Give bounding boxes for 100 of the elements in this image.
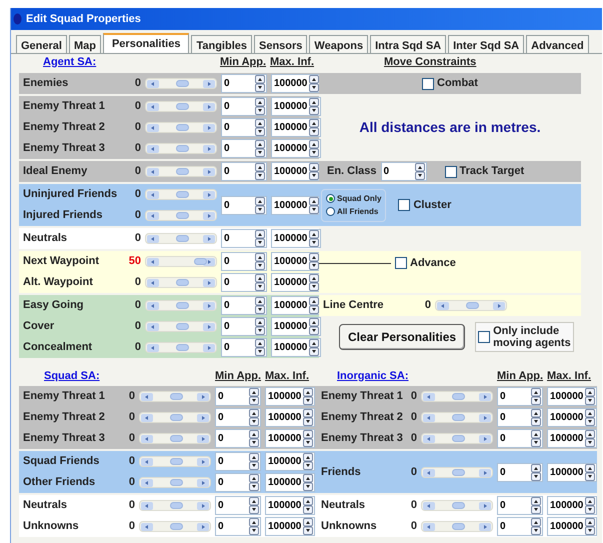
left-arrow-button[interactable] (423, 523, 435, 531)
number-field[interactable]: 0 (221, 139, 267, 158)
tab[interactable]: Personalities (102, 33, 190, 53)
tab[interactable]: Inter Sqd SA (448, 35, 524, 53)
spin-button[interactable] (585, 409, 595, 426)
left-arrow-button[interactable] (437, 302, 449, 310)
slider[interactable] (145, 210, 217, 221)
slider[interactable] (139, 521, 211, 532)
spin-button[interactable] (303, 388, 313, 405)
spin-button[interactable] (255, 119, 265, 136)
spin-button[interactable] (303, 453, 313, 470)
number-field[interactable]: 0 (221, 196, 267, 214)
number-field[interactable]: 100000 (265, 387, 315, 406)
tab[interactable]: Tangibles (191, 35, 252, 53)
slider-thumb[interactable] (176, 191, 188, 198)
spin-button[interactable] (249, 409, 259, 426)
slider[interactable] (145, 300, 217, 311)
slider-thumb[interactable] (452, 468, 464, 476)
number-field[interactable]: 0 (221, 118, 267, 137)
left-arrow-button[interactable] (147, 235, 159, 243)
number-field[interactable]: 100000 (265, 452, 315, 471)
left-arrow-button[interactable] (147, 80, 159, 88)
clear-personalities-button[interactable]: Clear Personalities (339, 324, 466, 350)
right-arrow-button[interactable] (197, 393, 209, 401)
number-field[interactable]: 100000 (271, 139, 321, 158)
right-arrow-button[interactable] (203, 103, 215, 111)
slider[interactable] (421, 412, 493, 423)
right-arrow-button[interactable] (203, 235, 215, 243)
number-field[interactable]: 0 (497, 387, 543, 406)
slider[interactable] (145, 321, 217, 332)
slider-thumb[interactable] (170, 458, 182, 465)
slider-thumb[interactable] (170, 393, 182, 400)
right-arrow-button[interactable] (479, 502, 491, 510)
slider-thumb[interactable] (176, 344, 188, 351)
number-field[interactable]: 100000 (271, 118, 321, 137)
number-field[interactable]: 0 (221, 162, 267, 181)
slider-thumb[interactable] (170, 435, 182, 442)
slider[interactable] (139, 456, 211, 467)
number-field[interactable]: 0 (221, 273, 267, 292)
number-field[interactable]: 0 (221, 229, 267, 248)
right-arrow-button[interactable] (203, 191, 215, 199)
spin-button[interactable] (249, 518, 259, 535)
number-field[interactable]: 0 (221, 252, 267, 271)
spin-button[interactable] (309, 297, 319, 314)
slider[interactable] (145, 233, 217, 244)
number-field[interactable]: 0 (215, 429, 261, 448)
slider[interactable] (139, 412, 211, 423)
right-arrow-button[interactable] (203, 344, 215, 352)
left-arrow-button[interactable] (147, 168, 159, 176)
number-field[interactable]: 100000 (271, 252, 321, 271)
checkbox[interactable] (398, 199, 410, 211)
left-arrow-button[interactable] (141, 479, 153, 487)
slider-thumb[interactable] (452, 435, 464, 442)
spin-button[interactable] (585, 518, 595, 535)
slider-thumb[interactable] (452, 502, 464, 509)
slider-thumb[interactable] (170, 502, 182, 509)
spin-button[interactable] (531, 430, 541, 447)
number-field[interactable]: 0 (221, 74, 267, 93)
left-arrow-button[interactable] (147, 323, 159, 331)
spin-button[interactable] (585, 388, 595, 405)
spin-button[interactable] (255, 274, 265, 291)
spin-button[interactable] (531, 409, 541, 426)
spin-button[interactable] (531, 497, 541, 514)
radio-button[interactable] (326, 194, 335, 203)
spin-button[interactable] (309, 119, 319, 136)
section-link[interactable]: Squad SA: (44, 368, 215, 384)
number-field[interactable]: 100000 (271, 229, 321, 248)
spin-button[interactable] (255, 230, 265, 247)
spin-button[interactable] (249, 388, 259, 405)
spin-button[interactable] (309, 163, 319, 180)
left-arrow-button[interactable] (147, 212, 159, 220)
slider-thumb[interactable] (176, 145, 188, 152)
spin-button[interactable] (309, 230, 319, 247)
number-field[interactable]: 0 (497, 496, 543, 515)
number-field[interactable]: 0 (215, 496, 261, 515)
left-arrow-button[interactable] (147, 103, 159, 111)
number-field[interactable]: 0 (497, 429, 543, 448)
spin-button[interactable] (303, 474, 313, 491)
tab[interactable]: Intra Sqd SA (370, 35, 446, 53)
left-arrow-button[interactable] (147, 302, 159, 310)
slider-thumb[interactable] (176, 279, 188, 286)
spin-button[interactable] (309, 318, 319, 335)
spin-button[interactable] (531, 388, 541, 405)
right-arrow-button[interactable] (203, 323, 215, 331)
number-field[interactable]: 100000 (271, 338, 321, 357)
tab[interactable]: General (16, 35, 67, 53)
slider[interactable] (145, 143, 217, 154)
slider[interactable] (145, 342, 217, 353)
slider-thumb[interactable] (170, 523, 182, 530)
left-arrow-button[interactable] (141, 414, 153, 422)
number-field[interactable]: 100000 (271, 74, 321, 93)
spin-button[interactable] (531, 464, 541, 480)
spin-button[interactable] (303, 430, 313, 447)
spin-button[interactable] (309, 196, 319, 214)
slider[interactable] (421, 391, 493, 402)
right-arrow-button[interactable] (203, 302, 215, 310)
number-field[interactable]: 100000 (547, 387, 597, 406)
spin-button[interactable] (255, 196, 265, 214)
spin-button[interactable] (309, 339, 319, 356)
left-arrow-button[interactable] (141, 502, 153, 510)
